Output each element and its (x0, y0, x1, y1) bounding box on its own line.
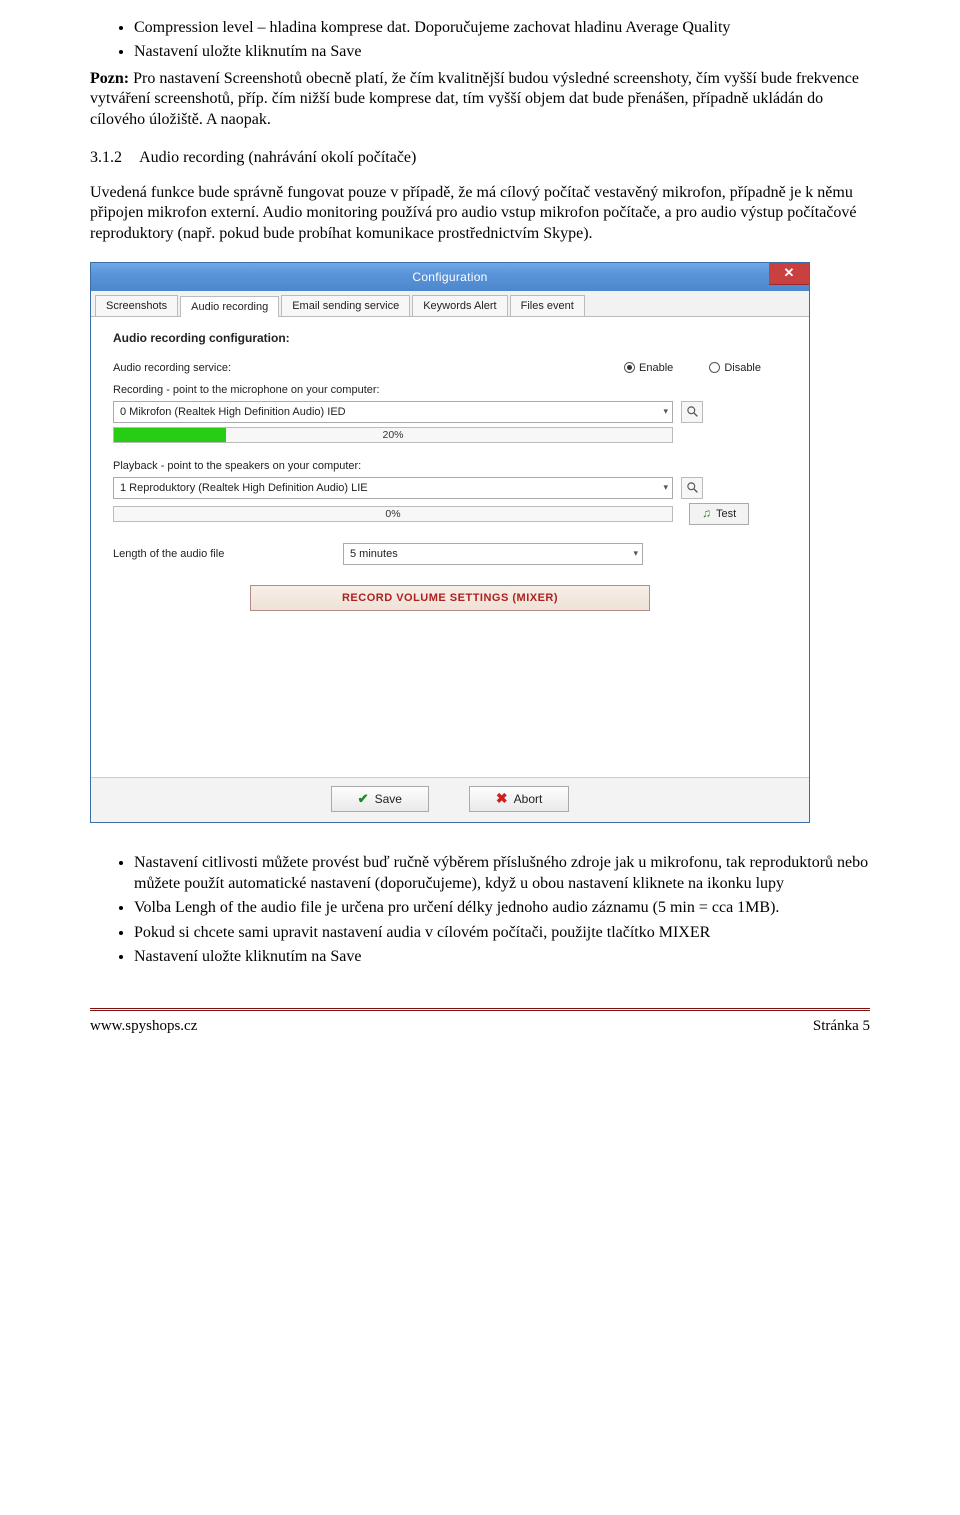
tab-panel: Audio recording configuration: Audio rec… (91, 317, 809, 777)
section-number: 3.1.2 (90, 148, 136, 168)
radio-dot-icon (709, 362, 720, 373)
titlebar: Configuration ✕ (91, 263, 809, 291)
service-label: Audio recording service: (113, 361, 353, 375)
close-icon: ✖ (496, 790, 508, 808)
playback-device-row: 1 Reproduktory (Realtek High Definition … (113, 477, 787, 499)
list-item: Nastavení citlivosti můžete provést buď … (134, 853, 870, 894)
page-footer: www.spyshops.cz Stránka 5 (90, 1008, 870, 1036)
section-paragraph: Uvedená funkce bude správně fungovat pou… (90, 183, 870, 244)
bottom-bullet-list: Nastavení citlivosti můžete provést buď … (90, 853, 870, 967)
list-item: Nastavení uložte kliknutím na Save (134, 947, 870, 967)
tab-audio-recording[interactable]: Audio recording (180, 296, 279, 317)
save-label: Save (375, 792, 402, 807)
list-item: Compression level – hladina komprese dat… (134, 18, 870, 38)
radio-disable-label: Disable (724, 361, 761, 375)
length-label: Length of the audio file (113, 547, 333, 561)
recording-level-fill (114, 428, 226, 442)
recording-label: Recording - point to the microphone on y… (113, 383, 787, 397)
playback-level-bar: 0% (113, 506, 673, 522)
mixer-button[interactable]: RECORD VOLUME SETTINGS (MIXER) (250, 585, 650, 611)
radio-disable[interactable]: Disable (709, 361, 761, 375)
footer-url: www.spyshops.cz (90, 1017, 197, 1036)
config-window: Configuration ✕ Screenshots Audio record… (90, 262, 810, 823)
save-button[interactable]: ✔ Save (331, 786, 429, 812)
recording-level-pct: 20% (382, 428, 403, 443)
note-text: Pro nastavení Screenshotů obecně platí, … (90, 70, 859, 128)
footer-page: Stránka 5 (813, 1017, 870, 1036)
chevron-down-icon: ▾ (663, 406, 668, 418)
window-title: Configuration (412, 270, 487, 285)
radio-enable-label: Enable (639, 361, 673, 375)
playback-device-select[interactable]: 1 Reproduktory (Realtek High Definition … (113, 477, 673, 499)
tab-email-service[interactable]: Email sending service (281, 295, 410, 316)
playback-level-row: 0% ♫ Test (113, 503, 787, 525)
abort-label: Abort (514, 792, 543, 807)
note-paragraph: Pozn: Pro nastavení Screenshotů obecně p… (90, 69, 870, 130)
recording-device-value: 0 Mikrofon (Realtek High Definition Audi… (120, 405, 346, 419)
abort-button[interactable]: ✖ Abort (469, 786, 569, 812)
list-item: Nastavení uložte kliknutím na Save (134, 42, 870, 62)
recording-level-row: 20% (113, 427, 787, 443)
dialog-screenshot: Configuration ✕ Screenshots Audio record… (90, 262, 870, 823)
recording-level-bar: 20% (113, 427, 673, 443)
note-label: Pozn: (90, 70, 129, 87)
check-icon: ✔ (358, 791, 369, 808)
section-heading: 3.1.2 Audio recording (nahrávání okolí p… (90, 148, 870, 168)
tab-screenshots[interactable]: Screenshots (95, 295, 178, 316)
length-row: Length of the audio file 5 minutes ▾ (113, 543, 787, 565)
list-item: Pokud si chcete sami upravit nastavení a… (134, 923, 870, 943)
recording-auto-button[interactable] (681, 401, 703, 423)
test-label: Test (716, 507, 736, 521)
recording-device-select[interactable]: 0 Mikrofon (Realtek High Definition Audi… (113, 401, 673, 423)
magnify-icon (686, 481, 699, 494)
playback-level-pct: 0% (385, 507, 400, 522)
music-note-icon: ♫ (702, 506, 711, 521)
group-title: Audio recording configuration: (113, 331, 787, 346)
tab-keywords-alert[interactable]: Keywords Alert (412, 295, 507, 316)
list-item: Volba Lengh of the audio file je určena … (134, 898, 870, 918)
length-value: 5 minutes (350, 547, 398, 561)
section-title: Audio recording (nahrávání okolí počítač… (139, 149, 416, 166)
dialog-button-bar: ✔ Save ✖ Abort (91, 777, 809, 822)
chevron-down-icon: ▾ (663, 482, 668, 494)
length-select[interactable]: 5 minutes ▾ (343, 543, 643, 565)
service-row: Audio recording service: Enable Disable (113, 361, 787, 375)
close-button[interactable]: ✕ (769, 263, 809, 285)
close-icon: ✕ (784, 265, 795, 282)
magnify-icon (686, 405, 699, 418)
radio-enable[interactable]: Enable (624, 361, 673, 375)
top-bullet-list: Compression level – hladina komprese dat… (90, 18, 870, 63)
playback-device-value: 1 Reproduktory (Realtek High Definition … (120, 481, 368, 495)
playback-label: Playback - point to the speakers on your… (113, 459, 787, 473)
recording-device-row: 0 Mikrofon (Realtek High Definition Audi… (113, 401, 787, 423)
tab-files-event[interactable]: Files event (510, 295, 585, 316)
radio-dot-icon (624, 362, 635, 373)
test-button[interactable]: ♫ Test (689, 503, 749, 525)
chevron-down-icon: ▾ (633, 548, 638, 560)
tab-strip: Screenshots Audio recording Email sendin… (91, 291, 809, 317)
playback-auto-button[interactable] (681, 477, 703, 499)
